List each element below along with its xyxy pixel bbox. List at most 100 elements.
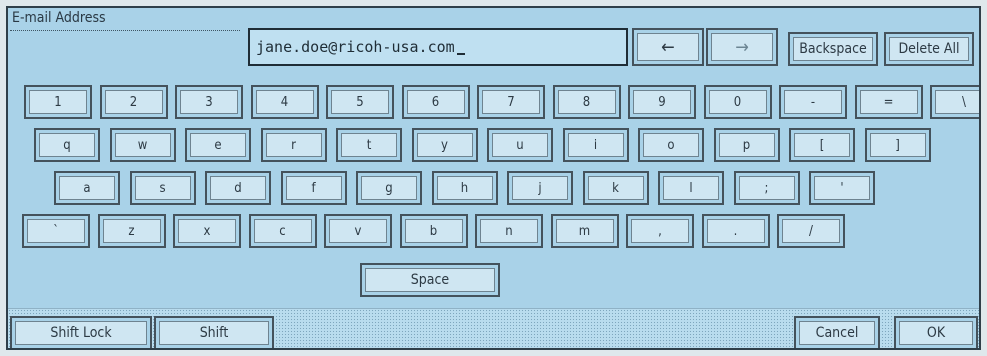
key-row1-7[interactable]: 8: [552, 85, 621, 119]
key-row4-2[interactable]: x: [173, 214, 241, 248]
key-label: 6: [431, 94, 440, 110]
key-label: ': [840, 180, 844, 196]
key-row4-9[interactable]: .: [701, 214, 770, 248]
key-label: d: [234, 180, 242, 196]
key-label: ;: [764, 180, 769, 196]
key-row3-7[interactable]: k: [582, 171, 649, 205]
key-label: s: [159, 180, 166, 196]
key-row4-4[interactable]: v: [324, 214, 392, 248]
key-row2-10[interactable]: [: [789, 128, 855, 162]
cursor-right-button[interactable]: →: [706, 28, 778, 66]
shift-lock-button[interactable]: Shift Lock: [10, 316, 152, 348]
key-row3-1[interactable]: s: [129, 171, 196, 205]
key-row1-12[interactable]: \: [930, 85, 979, 119]
key-row1-4[interactable]: 5: [326, 85, 394, 119]
key-row1-11[interactable]: =: [854, 85, 923, 119]
key-row3-2[interactable]: d: [205, 171, 271, 205]
page-title: E-mail Address: [12, 10, 106, 26]
space-label: Space: [410, 272, 450, 288]
key-label: e: [214, 137, 222, 153]
key-label: c: [279, 223, 286, 239]
key-label: y: [441, 137, 448, 153]
email-address-field[interactable]: jane.doe@ricoh-usa.com: [248, 28, 628, 66]
key-row1-6[interactable]: 7: [477, 85, 545, 119]
key-row3-10[interactable]: ': [809, 171, 875, 205]
key-row2-1[interactable]: w: [109, 128, 176, 162]
key-row1-8[interactable]: 9: [628, 85, 696, 119]
key-row2-3[interactable]: r: [260, 128, 327, 162]
key-row2-2[interactable]: e: [185, 128, 251, 162]
email-address-value: jane.doe@ricoh-usa.com: [256, 38, 455, 56]
key-label: o: [667, 137, 675, 153]
key-row3-4[interactable]: g: [356, 171, 422, 205]
key-row3-6[interactable]: j: [507, 171, 573, 205]
text-cursor: [456, 53, 465, 55]
key-label: j: [538, 180, 542, 196]
key-label: [: [819, 137, 825, 153]
space-key[interactable]: Space: [360, 263, 500, 297]
key-row1-1[interactable]: 2: [99, 85, 168, 119]
key-row2-8[interactable]: o: [638, 128, 704, 162]
key-label: ]: [895, 137, 900, 153]
key-label: .: [733, 223, 738, 239]
key-label: i: [593, 137, 598, 153]
key-row4-3[interactable]: c: [248, 214, 317, 248]
backspace-button[interactable]: Backspace: [788, 32, 878, 66]
key-row1-9[interactable]: 0: [703, 85, 772, 119]
key-row4-10[interactable]: /: [777, 214, 845, 248]
key-label: 9: [658, 94, 666, 110]
key-row2-4[interactable]: t: [336, 128, 402, 162]
key-row2-0[interactable]: q: [34, 128, 100, 162]
key-row3-0[interactable]: a: [54, 171, 120, 205]
key-row2-5[interactable]: y: [411, 128, 478, 162]
key-label: x: [203, 223, 211, 239]
key-row4-0[interactable]: `: [22, 214, 90, 248]
cursor-left-button[interactable]: ←: [632, 28, 704, 66]
key-row2-11[interactable]: ]: [864, 128, 931, 162]
key-label: v: [354, 223, 362, 239]
cancel-button[interactable]: Cancel: [794, 316, 880, 348]
key-label: l: [689, 180, 693, 196]
key-row4-7[interactable]: m: [550, 214, 619, 248]
key-row1-2[interactable]: 3: [175, 85, 243, 119]
key-label: n: [505, 223, 513, 239]
key-row2-9[interactable]: p: [713, 128, 780, 162]
cancel-label: Cancel: [815, 325, 859, 341]
key-row4-1[interactable]: z: [97, 214, 166, 248]
key-row3-5[interactable]: h: [431, 171, 498, 205]
key-row4-6[interactable]: n: [475, 214, 543, 248]
key-label: z: [128, 223, 135, 239]
key-label: t: [366, 137, 372, 153]
key-label: `: [53, 223, 59, 239]
key-label: r: [291, 137, 296, 153]
key-label: q: [63, 137, 71, 153]
key-row3-9[interactable]: ;: [733, 171, 800, 205]
key-row1-10[interactable]: -: [779, 85, 847, 119]
key-label: p: [742, 137, 751, 153]
key-row3-3[interactable]: f: [280, 171, 347, 205]
backspace-label: Backspace: [799, 41, 867, 57]
key-label: a: [83, 180, 91, 196]
key-row1-3[interactable]: 4: [250, 85, 319, 119]
key-label: 4: [280, 94, 289, 110]
key-label: 3: [205, 94, 213, 110]
left-arrow-icon: ←: [661, 36, 675, 58]
key-label: h: [460, 180, 469, 196]
key-label: 7: [507, 94, 515, 110]
key-row2-6[interactable]: u: [487, 128, 553, 162]
key-row2-7[interactable]: i: [562, 128, 629, 162]
shift-button[interactable]: Shift: [154, 316, 274, 348]
key-label: 2: [129, 94, 138, 110]
key-row4-5[interactable]: b: [399, 214, 468, 248]
key-label: w: [137, 137, 148, 153]
key-label: ,: [658, 223, 662, 239]
key-label: /: [809, 223, 813, 239]
key-row1-0[interactable]: 1: [24, 85, 92, 119]
key-label: m: [578, 223, 591, 239]
key-row1-5[interactable]: 6: [401, 85, 470, 119]
ok-button[interactable]: OK: [894, 316, 978, 348]
delete-all-button[interactable]: Delete All: [884, 32, 974, 66]
key-row3-8[interactable]: l: [658, 171, 724, 205]
key-row4-8[interactable]: ,: [626, 214, 694, 248]
shift-lock-label: Shift Lock: [50, 325, 112, 341]
